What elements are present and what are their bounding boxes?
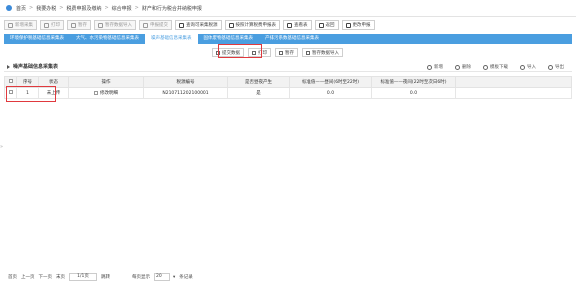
sub-import-button[interactable]: 暂存数据导入	[302, 48, 343, 57]
tab-solid-waste[interactable]: 固体废物基础信息采集表	[198, 34, 260, 44]
cell-source-id: N210711202100001	[143, 87, 228, 99]
submit-declare-button[interactable]: 申报提交	[139, 20, 172, 30]
table-row[interactable]: 1 未上传 修改明细 N210711202100001 是 0.0 0.0	[4, 87, 572, 99]
panel-header: 噪声基础信息采集表 新增 删除 模板下载 导入 导出	[4, 62, 572, 72]
next-page-link[interactable]: 下一页	[39, 274, 53, 280]
breadcrumb-item[interactable]: 综合申报	[112, 5, 132, 12]
import-icon	[520, 64, 525, 70]
select-all-checkbox[interactable]	[8, 79, 13, 84]
import-button[interactable]: 导入	[520, 64, 536, 70]
panel-actions: 新增 删除 模板下载 导入 导出	[415, 62, 564, 72]
cell-daynight: 是	[227, 87, 290, 99]
header-source-id: 税源编号	[143, 76, 228, 88]
import-icon	[98, 22, 103, 28]
header-night-std: 标准值——夜间(22时至次日6时)	[371, 76, 456, 88]
breadcrumb-item[interactable]: 我要办税	[36, 5, 56, 12]
add-row-button[interactable]: 新增	[427, 64, 443, 70]
delete-icon	[455, 64, 460, 70]
prev-page-link[interactable]: 上一页	[21, 274, 35, 280]
save-icon	[279, 50, 283, 55]
back-button[interactable]: 返回	[314, 20, 339, 30]
highlight-submit-box	[218, 44, 262, 58]
breadcrumb-current: 财产和行为税合并纳税申报	[141, 5, 202, 12]
print-icon	[44, 22, 49, 28]
delete-row-button[interactable]: 删除	[455, 64, 471, 70]
edit-detail-icon	[94, 90, 98, 95]
header-op: 操作	[68, 76, 144, 88]
header-filler	[455, 76, 572, 88]
export-button[interactable]: 导出	[548, 64, 564, 70]
highlight-status-box	[6, 86, 56, 102]
cell-day-std: 0.0	[289, 87, 372, 99]
cell-night-std: 0.0	[371, 87, 456, 99]
submit-icon	[143, 22, 148, 28]
edit-icon	[345, 22, 351, 28]
save-draft-button[interactable]: 暂存	[67, 20, 91, 30]
change-declare-button[interactable]: 更改申报	[341, 20, 375, 30]
template-download-button[interactable]: 模板下载	[483, 64, 508, 70]
header-daynight: 是否昼夜产生	[227, 76, 290, 88]
per-page-label: 每页显示	[132, 275, 150, 280]
breadcrumb: 首页 > 我要办税 > 税费申报及缴纳 > 综合申报 > 财产和行为税合并纳税申报	[0, 0, 576, 17]
download-icon	[483, 64, 488, 70]
panel-title: 噪声基础信息采集表	[13, 64, 59, 70]
record-count-label: 条记录	[179, 275, 193, 280]
pagination: 首页 上一页 下一页 末页 1/1页 跳转 每页显示 20 ▾ 条记录	[8, 272, 197, 282]
view-form-button[interactable]: 查看表	[283, 20, 312, 30]
header-day-std: 标准值——昼间(6时至22时)	[289, 76, 372, 88]
search-icon	[179, 22, 184, 28]
breadcrumb-item[interactable]: 税费申报及缴纳	[66, 5, 101, 12]
cell-op[interactable]: 修改明细	[68, 87, 144, 99]
add-icon	[427, 64, 432, 70]
tab-noise[interactable]: 噪声基础信息采集表	[145, 34, 198, 44]
print-button[interactable]: 打印	[40, 20, 64, 30]
collapse-icon[interactable]	[7, 64, 10, 69]
goto-button[interactable]: 跳转	[101, 274, 110, 280]
data-table: 序号 状态 操作 税源编号 是否昼夜产生 标准值——昼间(6时至22时) 标准值…	[4, 76, 572, 99]
back-icon	[318, 22, 324, 28]
page-input[interactable]: 1/1页	[69, 273, 97, 281]
query-source-button[interactable]: 查询可采集税源	[175, 20, 222, 30]
last-page-link[interactable]: 末页	[56, 274, 65, 280]
tab-emission-coef[interactable]: 产排污系数基础信息采集表	[259, 34, 325, 44]
edit-detail-link[interactable]: 修改明细	[100, 91, 118, 96]
tab-air-water[interactable]: 大气、水污染物基础信息采集表	[70, 34, 145, 44]
expand-sidebar-icon[interactable]: »	[0, 144, 3, 150]
export-icon	[548, 64, 553, 70]
per-page-select[interactable]: 20	[154, 273, 170, 281]
import-draft-button[interactable]: 暂存数据导入	[94, 20, 136, 30]
calc-form-button[interactable]: 按照计算税费申报表	[224, 20, 280, 30]
import-icon	[306, 50, 310, 55]
location-icon	[6, 5, 12, 11]
table-header-row: 序号 状态 操作 税源编号 是否昼夜产生 标准值——昼间(6时至22时) 标准值…	[4, 76, 572, 88]
form-tabs: 环境保护税基础信息采集表 大气、水污染物基础信息采集表 噪声基础信息采集表 固体…	[4, 34, 572, 44]
tab-env-tax[interactable]: 环境保护税基础信息采集表	[4, 34, 70, 44]
add-collect-button[interactable]: 新增采集	[4, 20, 37, 30]
sub-save-button[interactable]: 暂存	[275, 48, 298, 57]
breadcrumb-home[interactable]: 首页	[16, 5, 26, 12]
chevron-down-icon[interactable]: ▾	[173, 275, 175, 280]
add-icon	[8, 22, 13, 28]
calculator-icon	[228, 22, 234, 28]
save-icon	[71, 22, 76, 28]
main-toolbar: 新增采集 打印 暂存 暂存数据导入 申报提交 查询可采集税源 按照计算税费申报表…	[4, 20, 378, 30]
first-page-link[interactable]: 首页	[8, 274, 17, 280]
view-icon	[287, 22, 292, 28]
